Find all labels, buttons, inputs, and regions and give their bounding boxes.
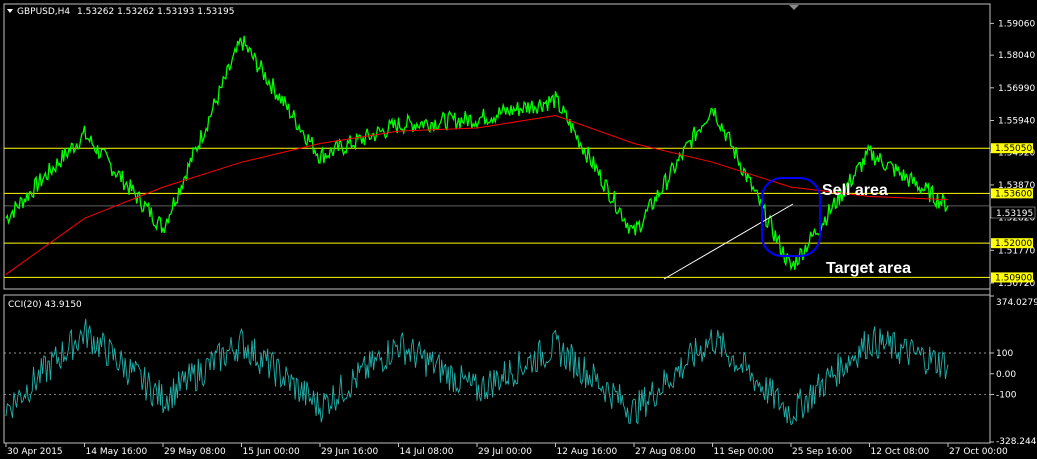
cci-header: CCI(20) 43.9150 xyxy=(8,300,82,310)
cci-tick-label: 100 xyxy=(996,349,1013,359)
time-tick-label: 29 Jun 16:00 xyxy=(321,447,378,457)
level-badge-label: 1.50900 xyxy=(995,273,1032,283)
time-tick-label: 30 Apr 2015 xyxy=(7,447,63,457)
cci-tick-label: 0.00 xyxy=(996,370,1016,380)
price-tick-label: 1.59060 xyxy=(998,19,1035,29)
target-area-label: Target area xyxy=(826,260,911,277)
time-tick-label: 12 Oct 08:00 xyxy=(871,447,930,457)
level-badge-label: 1.52000 xyxy=(995,239,1032,249)
time-tick-label: 27 Oct 00:00 xyxy=(949,447,1008,457)
cci-tick-label: -100 xyxy=(996,391,1017,401)
price-tick-label: 1.55940 xyxy=(998,117,1035,127)
time-tick-label: 15 Jun 00:00 xyxy=(243,447,300,457)
level-badge-label: 1.53600 xyxy=(995,189,1032,199)
time-tick-label: 14 Jul 08:00 xyxy=(400,447,454,457)
symbol-header: GBPUSD,H4 xyxy=(17,7,70,17)
time-tick-label: 11 Sep 00:00 xyxy=(714,447,774,457)
sell-area-label: Sell area xyxy=(822,182,888,199)
time-tick-label: 29 Jul 00:00 xyxy=(478,447,532,457)
time-tick-label: 14 May 16:00 xyxy=(86,447,148,457)
chart-window[interactable]: GBPUSD,H4 1.53262 1.53262 1.53193 1.5319… xyxy=(0,0,1037,459)
time-tick-label: 27 Aug 08:00 xyxy=(635,447,696,457)
level-badge-label: 1.55050 xyxy=(995,144,1032,154)
price-tick-label: 1.56990 xyxy=(998,84,1035,94)
cci-tick-label: 374.0279 xyxy=(996,298,1037,308)
ohlc-header: 1.53262 1.53262 1.53193 1.53195 xyxy=(77,7,234,17)
time-tick-label: 25 Sep 16:00 xyxy=(792,447,852,457)
time-tick-label: 12 Aug 16:00 xyxy=(557,447,618,457)
current-price-label: 1.53195 xyxy=(996,209,1033,219)
cci-tick-label: -328.2446 xyxy=(996,437,1037,447)
time-tick-label: 29 May 08:00 xyxy=(164,447,226,457)
price-tick-label: 1.58040 xyxy=(998,51,1035,61)
